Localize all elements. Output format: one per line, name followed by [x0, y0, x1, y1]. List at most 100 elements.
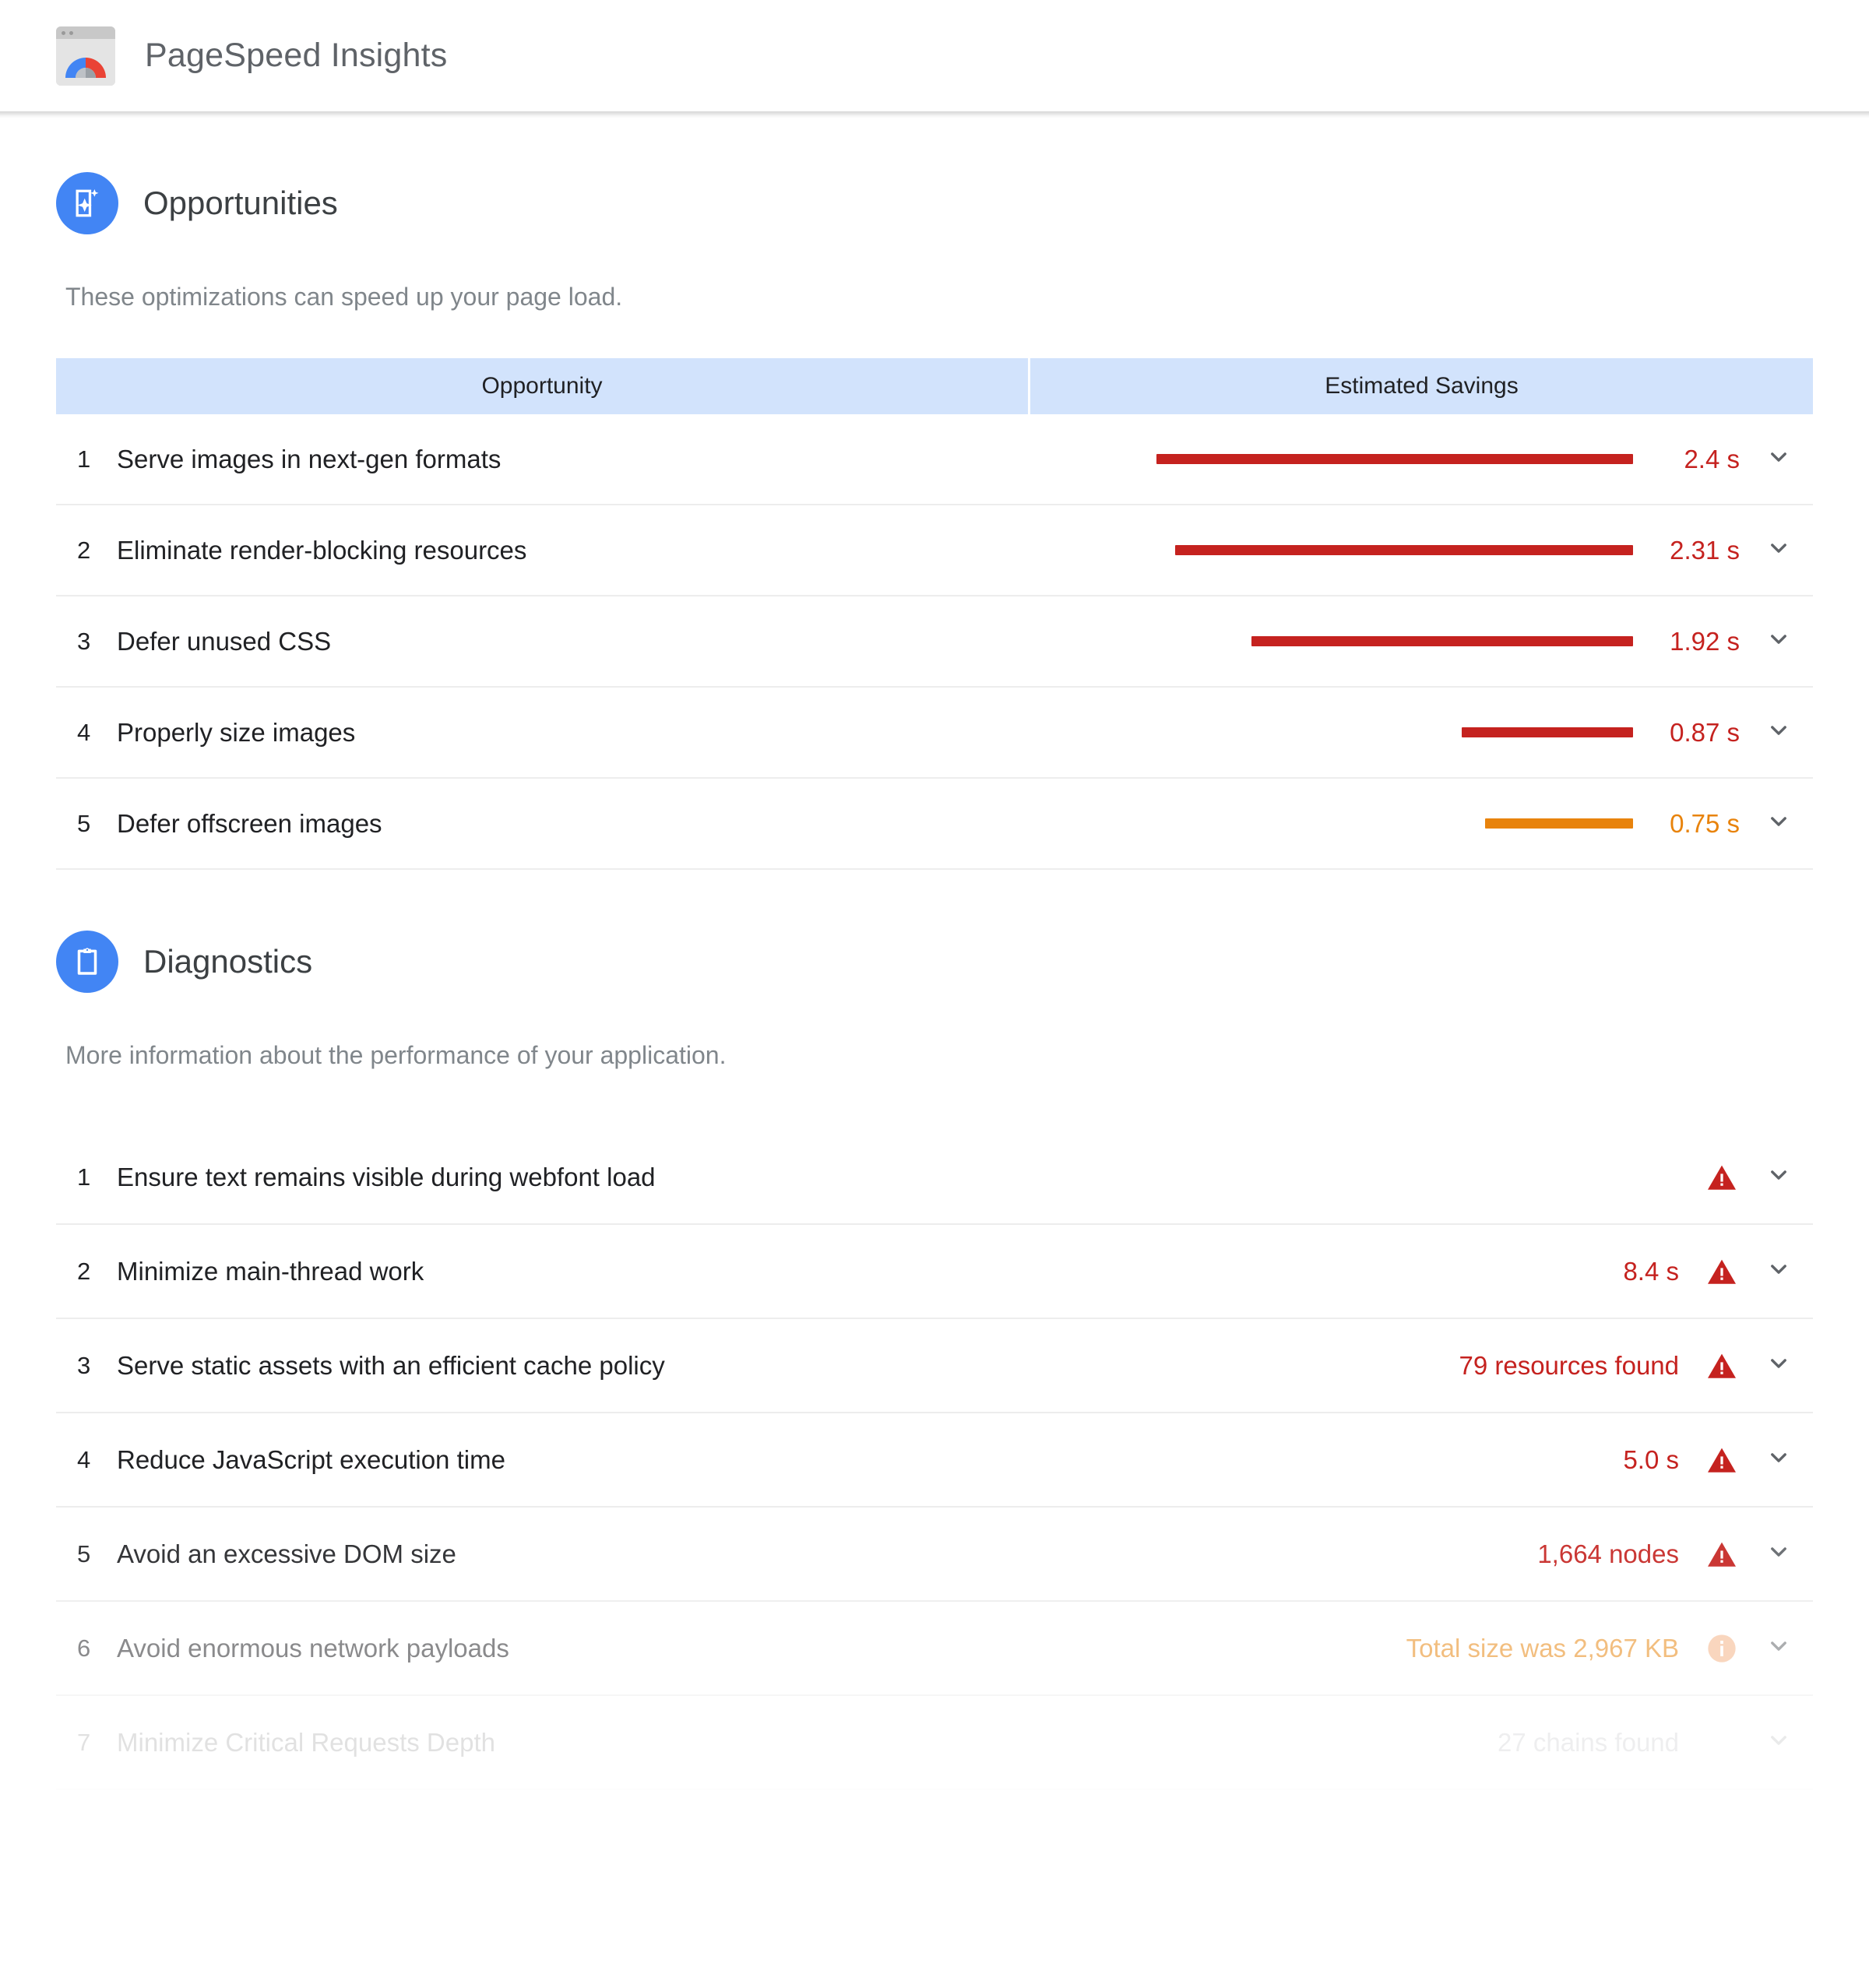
diagnostic-index: 6 — [77, 1634, 91, 1662]
app-header-bar: PageSpeed Insights — [0, 0, 1869, 118]
estimated-savings-value: 0.75 s — [1670, 808, 1740, 838]
diagnostic-name: Ensure text remains visible during webfo… — [117, 1162, 656, 1191]
diagnostic-row[interactable]: 5 Avoid an excessive DOM size 1,664 nodes — [56, 1508, 1813, 1602]
estimated-savings-value: 2.4 s — [1684, 444, 1740, 473]
opportunity-row[interactable]: 4 Properly size images 0.87 s — [56, 688, 1813, 779]
chevron-down-icon — [1765, 626, 1792, 656]
chevron-down-icon — [1765, 1539, 1792, 1569]
expand-row-button[interactable] — [1744, 1539, 1813, 1569]
diagnostic-row[interactable]: 3 Serve static assets with an efficient c… — [56, 1319, 1813, 1413]
chevron-down-icon — [1765, 444, 1792, 474]
diagnostic-index: 1 — [77, 1163, 91, 1191]
opportunity-index: 2 — [77, 536, 91, 564]
diagnostic-name: Minimize main-thread work — [117, 1256, 424, 1286]
opportunity-index: 4 — [77, 718, 91, 746]
diagnostic-row[interactable]: 1 Ensure text remains visible during webf… — [56, 1131, 1813, 1225]
expand-row-button[interactable] — [1744, 1350, 1813, 1381]
opportunity-name: Serve images in next-gen formats — [117, 444, 502, 473]
savings-bar — [1251, 636, 1633, 646]
error-triangle-icon — [1699, 1540, 1744, 1568]
diagnostic-index: 5 — [77, 1539, 91, 1568]
error-triangle-icon — [1699, 1352, 1744, 1380]
expand-row-button[interactable] — [1744, 444, 1813, 474]
opportunity-row[interactable]: 1 Serve images in next-gen formats 2.4 s — [56, 414, 1813, 505]
diagnostics-table: 1 Ensure text remains visible during webf… — [56, 1131, 1813, 1790]
diagnostics-header: Diagnostics — [56, 870, 1813, 993]
opportunity-name: Properly size images — [117, 717, 356, 747]
diagnostic-index: 2 — [77, 1257, 91, 1285]
chevron-down-icon — [1765, 535, 1792, 565]
chevron-down-icon — [1765, 1350, 1792, 1381]
opportunity-name: Defer unused CSS — [117, 626, 332, 656]
expand-row-button[interactable] — [1744, 808, 1813, 839]
opportunity-index: 1 — [77, 445, 91, 473]
opportunity-index: 5 — [77, 809, 91, 837]
diagnostic-name: Avoid enormous network payloads — [117, 1633, 509, 1663]
savings-bar — [1175, 545, 1633, 555]
diagnostic-index: 3 — [77, 1351, 91, 1379]
pagespeed-gauge-icon — [56, 26, 115, 86]
diagnostic-index: 7 — [77, 1728, 91, 1756]
diagnostic-value: Total size was 2,967 KB — [1406, 1633, 1679, 1663]
chevron-down-icon — [1765, 1256, 1792, 1286]
opportunities-section: Opportunities These optimizations can sp… — [56, 111, 1813, 870]
chevron-down-icon — [1765, 1727, 1792, 1758]
opportunities-sparkle-doc-icon — [56, 172, 118, 234]
diagnostic-value: 79 resources found — [1459, 1350, 1679, 1380]
opportunity-index: 3 — [77, 627, 91, 655]
diagnostic-row[interactable]: 4 Reduce JavaScript execution time 5.0 s — [56, 1413, 1813, 1508]
expand-row-button[interactable] — [1744, 1162, 1813, 1192]
expand-row-button[interactable] — [1744, 1727, 1813, 1758]
expand-row-button[interactable] — [1744, 626, 1813, 656]
diagnostic-index: 4 — [77, 1445, 91, 1473]
savings-meter — [1154, 636, 1637, 646]
opportunities-title: Opportunities — [143, 185, 338, 221]
error-triangle-icon — [1699, 1446, 1744, 1474]
error-triangle-icon — [1699, 1163, 1744, 1191]
estimated-savings-value: 1.92 s — [1670, 626, 1740, 656]
diagnostic-row[interactable]: 6 Avoid enormous network payloads Total si… — [56, 1602, 1813, 1696]
diagnostic-value: 8.4 s — [1623, 1256, 1679, 1286]
diagnostic-name: Minimize Critical Requests Depth — [117, 1727, 495, 1757]
expand-row-button[interactable] — [1744, 535, 1813, 565]
diagnostic-name: Serve static assets with an efficient ca… — [117, 1350, 665, 1380]
diagnostic-name: Reduce JavaScript execution time — [117, 1444, 505, 1474]
expand-row-button[interactable] — [1744, 1633, 1813, 1663]
savings-bar — [1485, 818, 1633, 829]
diagnostic-value: 5.0 s — [1623, 1444, 1679, 1474]
diagnostic-name: Avoid an excessive DOM size — [117, 1539, 456, 1568]
diagnostic-row[interactable]: 7 Minimize Critical Requests Depth 27 chai… — [56, 1696, 1813, 1790]
diagnostics-description: More information about the performance o… — [65, 1041, 727, 1069]
opportunities-description: These optimizations can speed up your pa… — [65, 283, 623, 311]
savings-meter — [1154, 454, 1637, 464]
savings-meter — [1154, 727, 1637, 737]
savings-bar — [1462, 727, 1633, 737]
opportunity-name: Eliminate render-blocking resources — [117, 535, 527, 565]
expand-row-button[interactable] — [1744, 1256, 1813, 1286]
column-header-estimated-savings: Estimated Savings — [1325, 373, 1519, 399]
opportunities-table: Opportunity Estimated Savings 1 Serve ima… — [56, 358, 1813, 870]
column-header-opportunity: Opportunity — [56, 358, 1030, 414]
chevron-down-icon — [1765, 808, 1792, 839]
chevron-down-icon — [1765, 1162, 1792, 1192]
opportunity-row[interactable]: 3 Defer unused CSS 1.92 s — [56, 596, 1813, 688]
expand-row-button[interactable] — [1744, 717, 1813, 748]
expand-row-button[interactable] — [1744, 1444, 1813, 1475]
savings-bar — [1156, 454, 1633, 464]
chevron-down-icon — [1765, 1633, 1792, 1663]
estimated-savings-value: 2.31 s — [1670, 535, 1740, 565]
chevron-down-icon — [1765, 1444, 1792, 1475]
diagnostic-value: 27 chains found — [1497, 1727, 1679, 1757]
savings-meter — [1154, 545, 1637, 555]
diagnostics-title: Diagnostics — [143, 943, 313, 980]
info-circle-icon — [1699, 1633, 1744, 1664]
app-title: PageSpeed Insights — [145, 37, 448, 74]
opportunities-header: Opportunities — [56, 111, 1813, 234]
diagnostics-clipboard-icon — [56, 931, 118, 993]
diagnostics-section: Diagnostics More information about the p… — [56, 870, 1813, 1790]
estimated-savings-value: 0.87 s — [1670, 717, 1740, 747]
opportunity-row[interactable]: 5 Defer offscreen images 0.75 s — [56, 779, 1813, 870]
opportunity-row[interactable]: 2 Eliminate render-blocking resources 2.31… — [56, 505, 1813, 596]
opportunity-name: Defer offscreen images — [117, 808, 382, 838]
diagnostic-row[interactable]: 2 Minimize main-thread work 8.4 s — [56, 1225, 1813, 1319]
